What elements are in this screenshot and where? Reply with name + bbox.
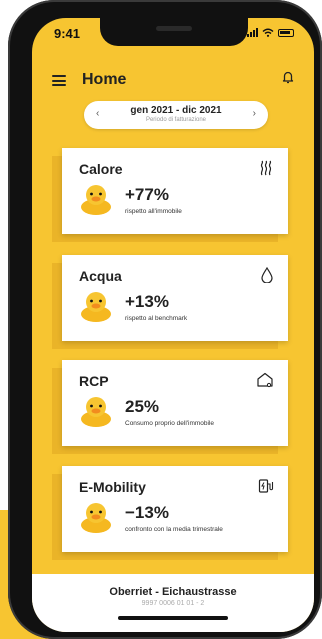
status-icons: [247, 28, 294, 37]
app-screen: 9:41 Home ‹ gen 2021 - dic 2021 Periodo …: [32, 18, 314, 632]
card-caption: rispetto all'immobile: [125, 208, 182, 215]
battery-icon: [278, 29, 294, 37]
duck-mascot-icon: [81, 397, 111, 427]
card-body: E-Mobility −13% confronto con la media t…: [62, 466, 288, 552]
card-rcp[interactable]: RCP 25% Consumo proprio dell'immobile: [52, 360, 288, 454]
phone-frame: 9:41 Home ‹ gen 2021 - dic 2021 Periodo …: [8, 0, 322, 639]
card-caption: rispetto al benchmark: [125, 315, 188, 322]
card-e-mobility[interactable]: E-Mobility −13% confronto con la media t…: [52, 466, 288, 560]
card-value: +77%: [125, 185, 169, 204]
bell-icon[interactable]: [282, 70, 294, 84]
property-name: Oberriet - Eichaustrasse: [109, 586, 237, 598]
period-range: gen 2021 - dic 2021: [130, 105, 222, 116]
period-selector: ‹ gen 2021 - dic 2021 Periodo di fattura…: [84, 101, 268, 129]
status-time: 9:41: [54, 26, 81, 41]
card-body: Calore +77% rispetto all'immobile: [62, 148, 288, 234]
notch: [100, 18, 248, 46]
card-body: RCP 25% Consumo proprio dell'immobile: [62, 360, 288, 446]
duck-mascot-icon: [81, 185, 111, 215]
house-plug-icon: [257, 372, 273, 388]
water-drop-icon: [261, 267, 273, 283]
home-indicator: [118, 616, 228, 620]
wifi-icon: [262, 28, 274, 37]
card-title: RCP: [79, 373, 109, 389]
page-title: Home: [82, 71, 127, 88]
signal-icon: [247, 28, 258, 37]
card-body: Acqua +13% rispetto al benchmark: [62, 255, 288, 341]
duck-mascot-icon: [81, 503, 111, 533]
card-title: Calore: [79, 161, 123, 177]
menu-icon[interactable]: [52, 75, 66, 86]
period-subtitle: Periodo di fatturazione: [145, 117, 207, 123]
duck-mascot-icon: [81, 292, 111, 322]
property-bar[interactable]: Oberriet - Eichaustrasse 9997 0006 01 01…: [32, 574, 314, 632]
property-code: 9997 0006 01 01 - 2: [141, 600, 205, 607]
card-value: +13%: [125, 292, 169, 311]
ev-charger-icon: [258, 479, 274, 493]
card-acqua[interactable]: Acqua +13% rispetto al benchmark: [52, 255, 288, 349]
card-title: E-Mobility: [79, 479, 146, 495]
card-caption: Consumo proprio dell'immobile: [125, 420, 215, 427]
card-value: 25%: [125, 397, 160, 416]
heat-icon: [260, 160, 272, 176]
card-calore[interactable]: Calore +77% rispetto all'immobile: [52, 148, 288, 242]
card-caption: confronto con la media trimestrale: [125, 526, 223, 533]
card-title: Acqua: [79, 268, 122, 284]
card-value: −13%: [125, 503, 169, 522]
period-next-button[interactable]: ›: [253, 108, 256, 119]
speaker-grille: [156, 26, 192, 31]
